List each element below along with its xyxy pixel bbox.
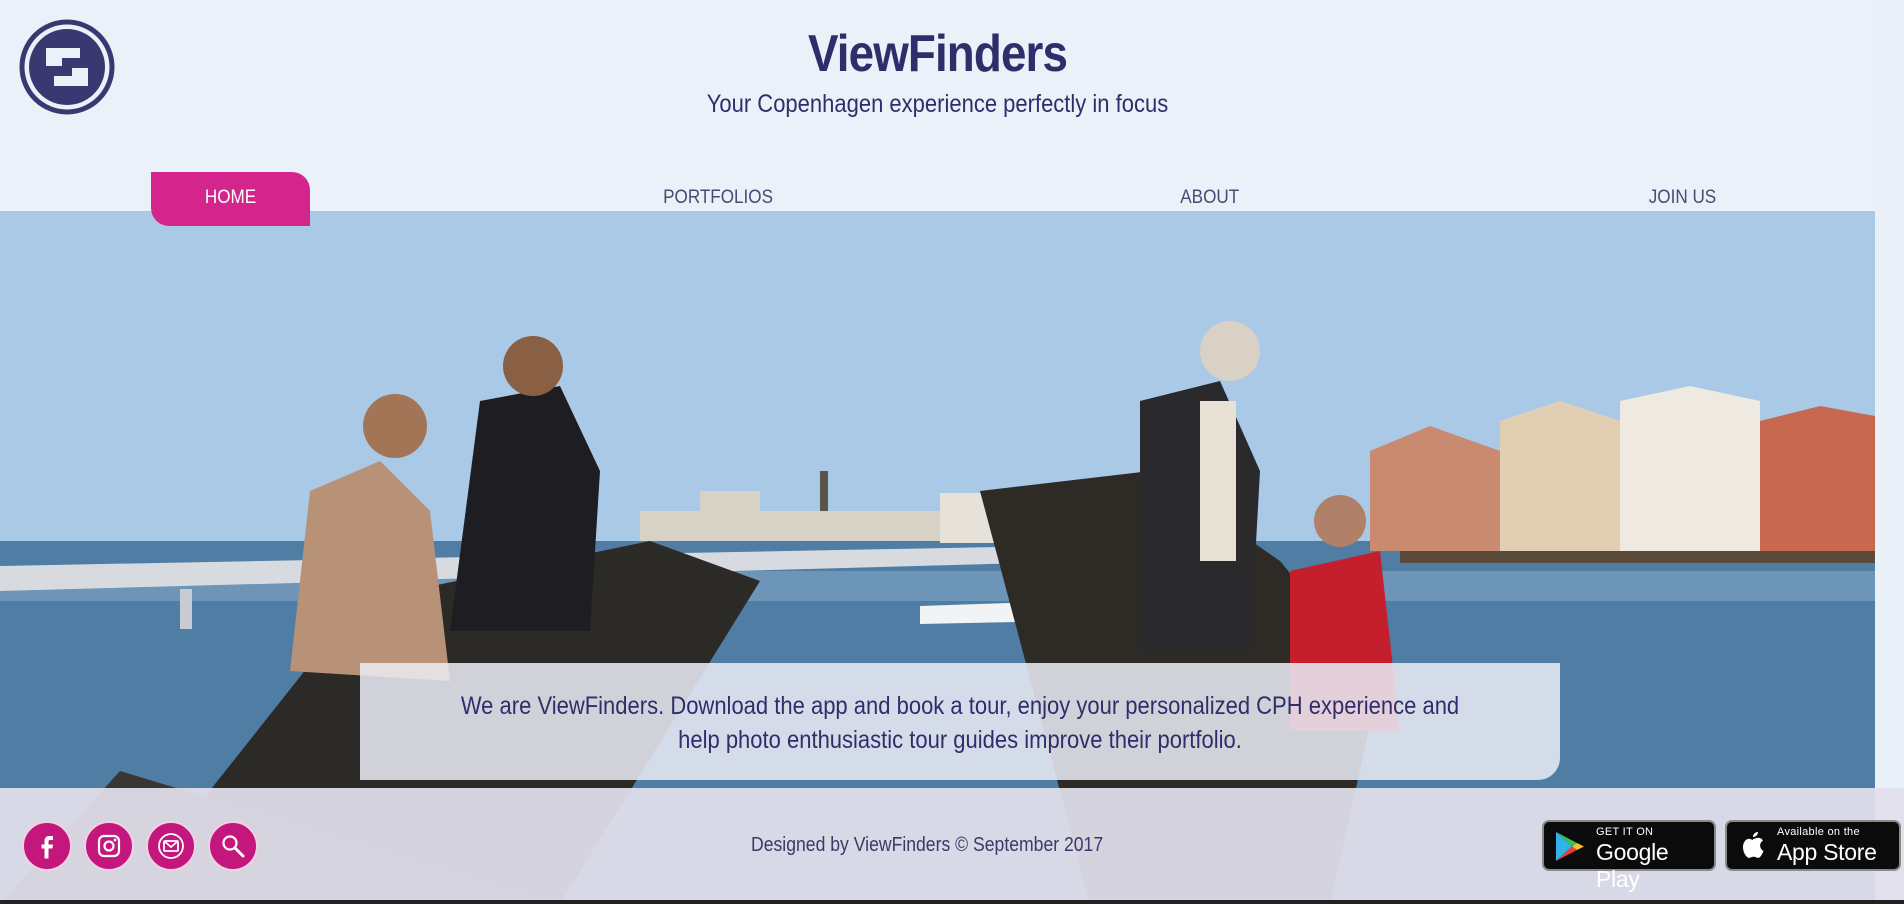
google-play-big-text: Google Play	[1596, 839, 1669, 892]
google-play-small-text: GET IT ON	[1596, 826, 1654, 838]
nav-home-label: HOME	[204, 187, 257, 208]
intro-text-content: We are ViewFinders. Download the app and…	[460, 692, 1460, 754]
google-play-icon	[1556, 832, 1584, 861]
intro-box: We are ViewFinders. Download the app and…	[360, 663, 1560, 780]
viewfinder-logo-icon[interactable]	[18, 18, 116, 116]
site-title: ViewFinders	[807, 25, 1068, 83]
site-tagline: Your Copenhagen experience perfectly in …	[706, 90, 1169, 118]
nav-home[interactable]: HOME	[151, 172, 310, 226]
app-store-big-text: App Store	[1777, 839, 1877, 865]
google-play-badge[interactable]: GET IT ON Google Play	[1542, 820, 1716, 892]
app-store-badge[interactable]: Available on the App Store	[1725, 820, 1901, 871]
footer-credit-text: Designed by ViewFinders © September 2017	[750, 834, 1104, 856]
app-store-small-text: Available on the	[1777, 826, 1860, 838]
site-footer: Designed by ViewFinders © September 2017…	[0, 788, 1904, 904]
apple-icon	[1743, 832, 1764, 858]
bottom-edge	[0, 900, 1904, 904]
intro-text: We are ViewFinders. Download the app and…	[388, 689, 1532, 757]
